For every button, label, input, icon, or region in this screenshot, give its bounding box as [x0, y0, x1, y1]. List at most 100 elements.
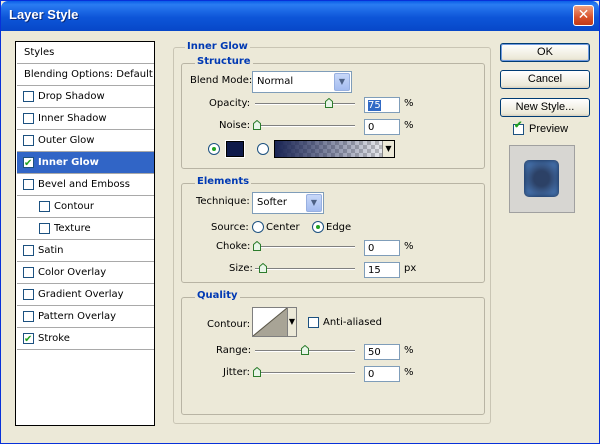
- choke-input[interactable]: 0: [364, 240, 400, 256]
- chevron-down-icon[interactable]: ▼: [334, 73, 350, 91]
- styles-item-label: Contour: [54, 201, 94, 212]
- styles-item-checkbox[interactable]: [23, 153, 34, 174]
- choke-slider-thumb[interactable]: [253, 241, 261, 251]
- opacity-slider-track[interactable]: [255, 103, 355, 105]
- chevron-down-icon[interactable]: ▼: [306, 194, 322, 212]
- blend-mode-label: Blend Mode:: [190, 75, 253, 86]
- layer-style-dialog: Layer Style ✕ Styles Blending Options: De…: [0, 0, 600, 444]
- opacity-label: Opacity:: [209, 98, 251, 109]
- anti-aliased-checkbox[interactable]: [308, 317, 319, 328]
- styles-item-bevel-and-emboss[interactable]: Bevel and Emboss: [17, 174, 154, 196]
- gradient-radio[interactable]: [257, 143, 269, 155]
- window-title: Layer Style: [9, 7, 79, 22]
- quality-group: [181, 297, 485, 415]
- glow-color-swatch[interactable]: [225, 140, 245, 158]
- opacity-input[interactable]: 75: [364, 97, 400, 113]
- size-label: Size:: [229, 263, 253, 274]
- styles-item-contour[interactable]: Contour: [17, 196, 154, 218]
- styles-item-texture[interactable]: Texture: [17, 218, 154, 240]
- jitter-input[interactable]: 0: [364, 366, 400, 382]
- inner-glow-title: Inner Glow: [185, 41, 250, 52]
- elements-title: Elements: [195, 176, 252, 187]
- styles-item-outer-glow[interactable]: Outer Glow: [17, 130, 154, 152]
- styles-item-checkbox[interactable]: [23, 245, 34, 256]
- jitter-slider-track[interactable]: [255, 372, 355, 374]
- styles-item-color-overlay[interactable]: Color Overlay: [17, 262, 154, 284]
- structure-title: Structure: [195, 56, 253, 67]
- styles-item-label: Texture: [54, 223, 91, 234]
- styles-item-checkbox[interactable]: [23, 179, 34, 190]
- styles-item-label: Stroke: [38, 333, 70, 344]
- styles-item-checkbox[interactable]: [23, 311, 34, 322]
- anti-aliased-label[interactable]: Anti-aliased: [323, 317, 382, 328]
- styles-item-label: Gradient Overlay: [38, 289, 124, 300]
- solid-color-radio[interactable]: [208, 143, 220, 155]
- blend-mode-value: Normal: [257, 76, 294, 87]
- dialog-body: Styles Blending Options: Default Drop Shad…: [3, 31, 597, 441]
- blend-mode-select[interactable]: Normal ▼: [252, 71, 352, 93]
- title-bar[interactable]: Layer Style ✕: [1, 1, 599, 31]
- styles-item-checkbox[interactable]: [23, 135, 34, 146]
- styles-item-label: Styles: [24, 47, 55, 58]
- opacity-slider-thumb[interactable]: [325, 98, 333, 108]
- source-edge-radio[interactable]: [312, 221, 324, 233]
- range-slider-thumb[interactable]: [301, 345, 309, 355]
- styles-item-gradient-overlay[interactable]: Gradient Overlay: [17, 284, 154, 306]
- close-button[interactable]: ✕: [573, 5, 594, 26]
- styles-item-label: Drop Shadow: [38, 91, 105, 102]
- size-slider-track[interactable]: [255, 268, 355, 270]
- styles-item-styles[interactable]: Styles: [17, 42, 154, 64]
- styles-item-label: Outer Glow: [38, 135, 95, 146]
- styles-item-label: Pattern Overlay: [38, 311, 117, 322]
- styles-item-checkbox[interactable]: [23, 267, 34, 278]
- styles-item-pattern-overlay[interactable]: Pattern Overlay: [17, 306, 154, 328]
- contour-dropdown-button[interactable]: ▼: [287, 307, 297, 337]
- jitter-unit: %: [404, 367, 414, 378]
- noise-input[interactable]: 0: [364, 119, 400, 135]
- new-style-label: New Style...: [515, 101, 575, 113]
- styles-item-blending-options-default[interactable]: Blending Options: Default: [17, 64, 154, 86]
- styles-item-stroke[interactable]: Stroke: [17, 328, 154, 350]
- styles-item-label: Inner Shadow: [38, 113, 107, 124]
- technique-select[interactable]: Softer ▼: [252, 192, 324, 214]
- preview-label: Preview: [529, 123, 569, 135]
- styles-item-drop-shadow[interactable]: Drop Shadow: [17, 86, 154, 108]
- noise-slider-track[interactable]: [255, 125, 355, 127]
- styles-item-checkbox[interactable]: [39, 223, 50, 234]
- styles-item-label: Blending Options: Default: [24, 69, 153, 80]
- styles-item-inner-glow[interactable]: Inner Glow: [17, 152, 154, 174]
- source-label: Source:: [211, 222, 249, 233]
- range-input[interactable]: 50: [364, 344, 400, 360]
- technique-label: Technique:: [196, 196, 250, 207]
- chevron-down-icon[interactable]: ▼: [382, 141, 394, 157]
- contour-curve-icon: [253, 308, 287, 336]
- range-label: Range:: [216, 345, 252, 356]
- new-style-button[interactable]: New Style...: [500, 98, 590, 117]
- styles-item-checkbox[interactable]: [23, 113, 34, 124]
- jitter-slider-thumb[interactable]: [253, 367, 261, 377]
- styles-item-satin[interactable]: Satin: [17, 240, 154, 262]
- source-center-radio[interactable]: [252, 221, 264, 233]
- opacity-unit: %: [404, 98, 414, 109]
- preview-checkbox[interactable]: [513, 120, 524, 135]
- choke-unit: %: [404, 241, 414, 252]
- style-preview-thumbnail: [509, 145, 575, 213]
- styles-item-label: Satin: [38, 245, 64, 256]
- size-input[interactable]: 15: [364, 262, 400, 278]
- ok-button[interactable]: OK: [500, 43, 590, 62]
- glow-gradient-picker[interactable]: ▼: [274, 140, 395, 158]
- cancel-button[interactable]: Cancel: [500, 70, 590, 89]
- noise-label: Noise:: [219, 120, 251, 131]
- styles-item-inner-shadow[interactable]: Inner Shadow: [17, 108, 154, 130]
- size-slider-thumb[interactable]: [258, 263, 267, 273]
- source-center-label[interactable]: Center: [266, 222, 300, 233]
- styles-item-checkbox[interactable]: [39, 201, 50, 212]
- styles-item-checkbox[interactable]: [23, 329, 34, 350]
- choke-slider-track[interactable]: [255, 246, 355, 248]
- contour-picker[interactable]: [252, 307, 288, 337]
- styles-item-label: Bevel and Emboss: [38, 179, 130, 190]
- styles-item-checkbox[interactable]: [23, 289, 34, 300]
- styles-item-checkbox[interactable]: [23, 91, 34, 102]
- source-edge-label[interactable]: Edge: [326, 222, 351, 233]
- noise-slider-thumb[interactable]: [253, 120, 261, 130]
